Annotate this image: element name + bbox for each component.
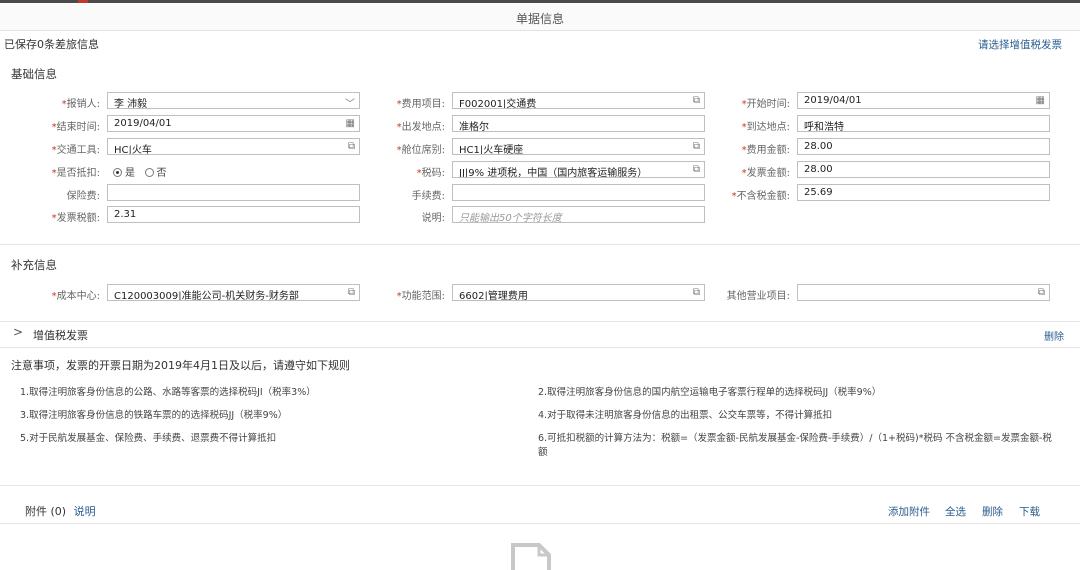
cost-center-field[interactable]: C120003009|准能公司-机关财务-财务部 ⧉ (107, 284, 360, 301)
handling-fee-field[interactable] (452, 184, 705, 201)
expense-item-field[interactable]: F002001|交通费 ⧉ (452, 92, 705, 109)
departure-label: *出发地点: (396, 122, 445, 133)
claimant-label: *报销人: (61, 99, 100, 110)
top-bar (0, 0, 1080, 3)
functional-area-field[interactable]: 6602|管理费用 ⧉ (452, 284, 705, 301)
rule-item: 5.对于民航发展基金、保险费、手续费、退票费不得计算抵扣 (20, 433, 277, 444)
top-bar-accent (78, 0, 88, 3)
end-time-label: *结束时间: (51, 122, 100, 133)
invoice-tax-field[interactable]: 2.31 (107, 206, 360, 223)
basic-info-title: 基础信息 (11, 67, 57, 81)
popup-select-icon[interactable]: ⧉ (693, 95, 700, 106)
tax-code-field[interactable]: JJ|9% 进项税，中国（国内旅客运输服务） ⧉ (452, 161, 705, 178)
attachments-explain-link[interactable]: 说明 (74, 505, 96, 518)
page-title: 单据信息 (515, 12, 564, 26)
attachments-header: 附件 (0) 说明 (25, 503, 96, 519)
other-project-field[interactable]: ⧉ (797, 284, 1050, 301)
section-divider (0, 485, 1080, 486)
rule-item: 1.取得注明旅客身份信息的公路、水路等客票的选择税码JI（税率3%） (20, 387, 316, 398)
radio-unselected-icon[interactable] (144, 168, 154, 177)
deductible-no-radio[interactable]: 否 (144, 168, 167, 179)
section-divider (0, 347, 1080, 348)
rule-item: 4.对于取得未注明旅客身份信息的出租票、公交车票等，不得计算抵扣 (538, 410, 833, 421)
attachments-count: 附件 (0) (25, 505, 67, 518)
rule-item: 3.取得注明旅客身份信息的铁路车票的的选择税码JJ（税率9%） (20, 410, 288, 421)
section-divider (0, 523, 1080, 524)
notice-title: 注意事项，发票的开票日期为2019年4月1日及以后，请遵守如下规则 (11, 359, 350, 372)
calendar-icon[interactable]: ▦ (1036, 95, 1045, 106)
supplement-info-title: 补充信息 (11, 258, 57, 272)
calendar-icon[interactable]: ▦ (346, 118, 355, 129)
start-time-field[interactable]: 2019/04/01 ▦ (797, 92, 1050, 109)
expense-item-label: *费用项目: (396, 99, 445, 110)
vat-delete-button[interactable]: 删除 (1044, 328, 1064, 343)
popup-select-icon[interactable]: ⧉ (348, 287, 355, 298)
claimant-select[interactable]: 李 沛毅 ﹀ (107, 92, 360, 109)
seat-class-field[interactable]: HC1|火车硬座 ⧉ (452, 138, 705, 155)
popup-select-icon[interactable]: ⧉ (693, 287, 700, 298)
tax-code-label: *税码: (416, 168, 445, 179)
chevron-down-icon[interactable]: ﹀ (345, 95, 355, 108)
popup-select-icon[interactable]: ⧉ (693, 164, 700, 175)
vat-invoice-label[interactable]: 增值税发票 (33, 327, 88, 343)
handling-fee-label: 手续费: (411, 191, 445, 202)
popup-select-icon[interactable]: ⧉ (348, 141, 355, 152)
rule-item: 2.取得注明旅客身份信息的国内航空运输电子客票行程单的选择税码JJ（税率9%） (538, 387, 882, 398)
select-all-button[interactable]: 全选 (945, 504, 966, 519)
arrival-label: *到达地点: (741, 122, 790, 133)
deductible-radio-group: 是 否 (113, 164, 167, 179)
note-field[interactable]: 只能输出50个字符长度 (452, 206, 705, 223)
deductible-yes-radio[interactable]: 是 (113, 168, 135, 179)
radio-selected-icon[interactable] (113, 168, 122, 177)
other-project-label: 其他营业项目: (726, 291, 790, 302)
vat-invoice-section[interactable]: > 增值税发票 删除 (0, 323, 1080, 345)
expense-amount-field[interactable]: 28.00 (797, 138, 1050, 155)
departure-field[interactable]: 准格尔 (452, 115, 705, 132)
empty-document-icon (511, 543, 551, 570)
note-label: 说明: (421, 213, 445, 224)
transport-label: *交通工具: (51, 145, 100, 156)
seat-class-label: *舱位席别: (396, 145, 445, 156)
chevron-right-icon[interactable]: > (13, 325, 23, 339)
invoice-amount-field[interactable]: 28.00 (797, 161, 1050, 178)
select-vat-invoice-link[interactable]: 请选择增值税发票 (978, 37, 1062, 52)
arrival-field[interactable]: 呼和浩特 (797, 115, 1050, 132)
end-time-field[interactable]: 2019/04/01 ▦ (107, 115, 360, 132)
expense-amount-label: *费用金额: (741, 145, 790, 156)
popup-select-icon[interactable]: ⧉ (693, 141, 700, 152)
start-time-label: *开始时间: (741, 99, 790, 110)
popup-select-icon[interactable]: ⧉ (1038, 287, 1045, 298)
insurance-label: 保险费: (66, 191, 100, 202)
cost-center-label: *成本中心: (51, 291, 100, 302)
delete-attachment-button[interactable]: 删除 (982, 504, 1003, 519)
add-attachment-button[interactable]: 添加附件 (888, 504, 930, 519)
section-divider (0, 321, 1080, 322)
insurance-field[interactable] (107, 184, 360, 201)
tax-excluded-label: *不含税金额: (731, 191, 790, 202)
functional-area-label: *功能范围: (396, 291, 445, 302)
tax-excluded-field[interactable]: 25.69 (797, 184, 1050, 201)
rule-item: 6.可抵扣税额的计算方法为：税额=（发票金额-民航发展基金-保险费-手续费）/（… (538, 433, 1052, 458)
deductible-label: *是否抵扣: (51, 168, 100, 179)
section-divider (0, 244, 1080, 245)
header: 单据信息 (0, 4, 1080, 31)
invoice-amount-label: *发票金额: (741, 168, 790, 179)
transport-field[interactable]: HC|火车 ⧉ (107, 138, 360, 155)
invoice-tax-label: *发票税额: (51, 213, 100, 224)
download-button[interactable]: 下载 (1019, 504, 1040, 519)
saved-travel-info: 已保存0条差旅信息 (4, 38, 99, 51)
